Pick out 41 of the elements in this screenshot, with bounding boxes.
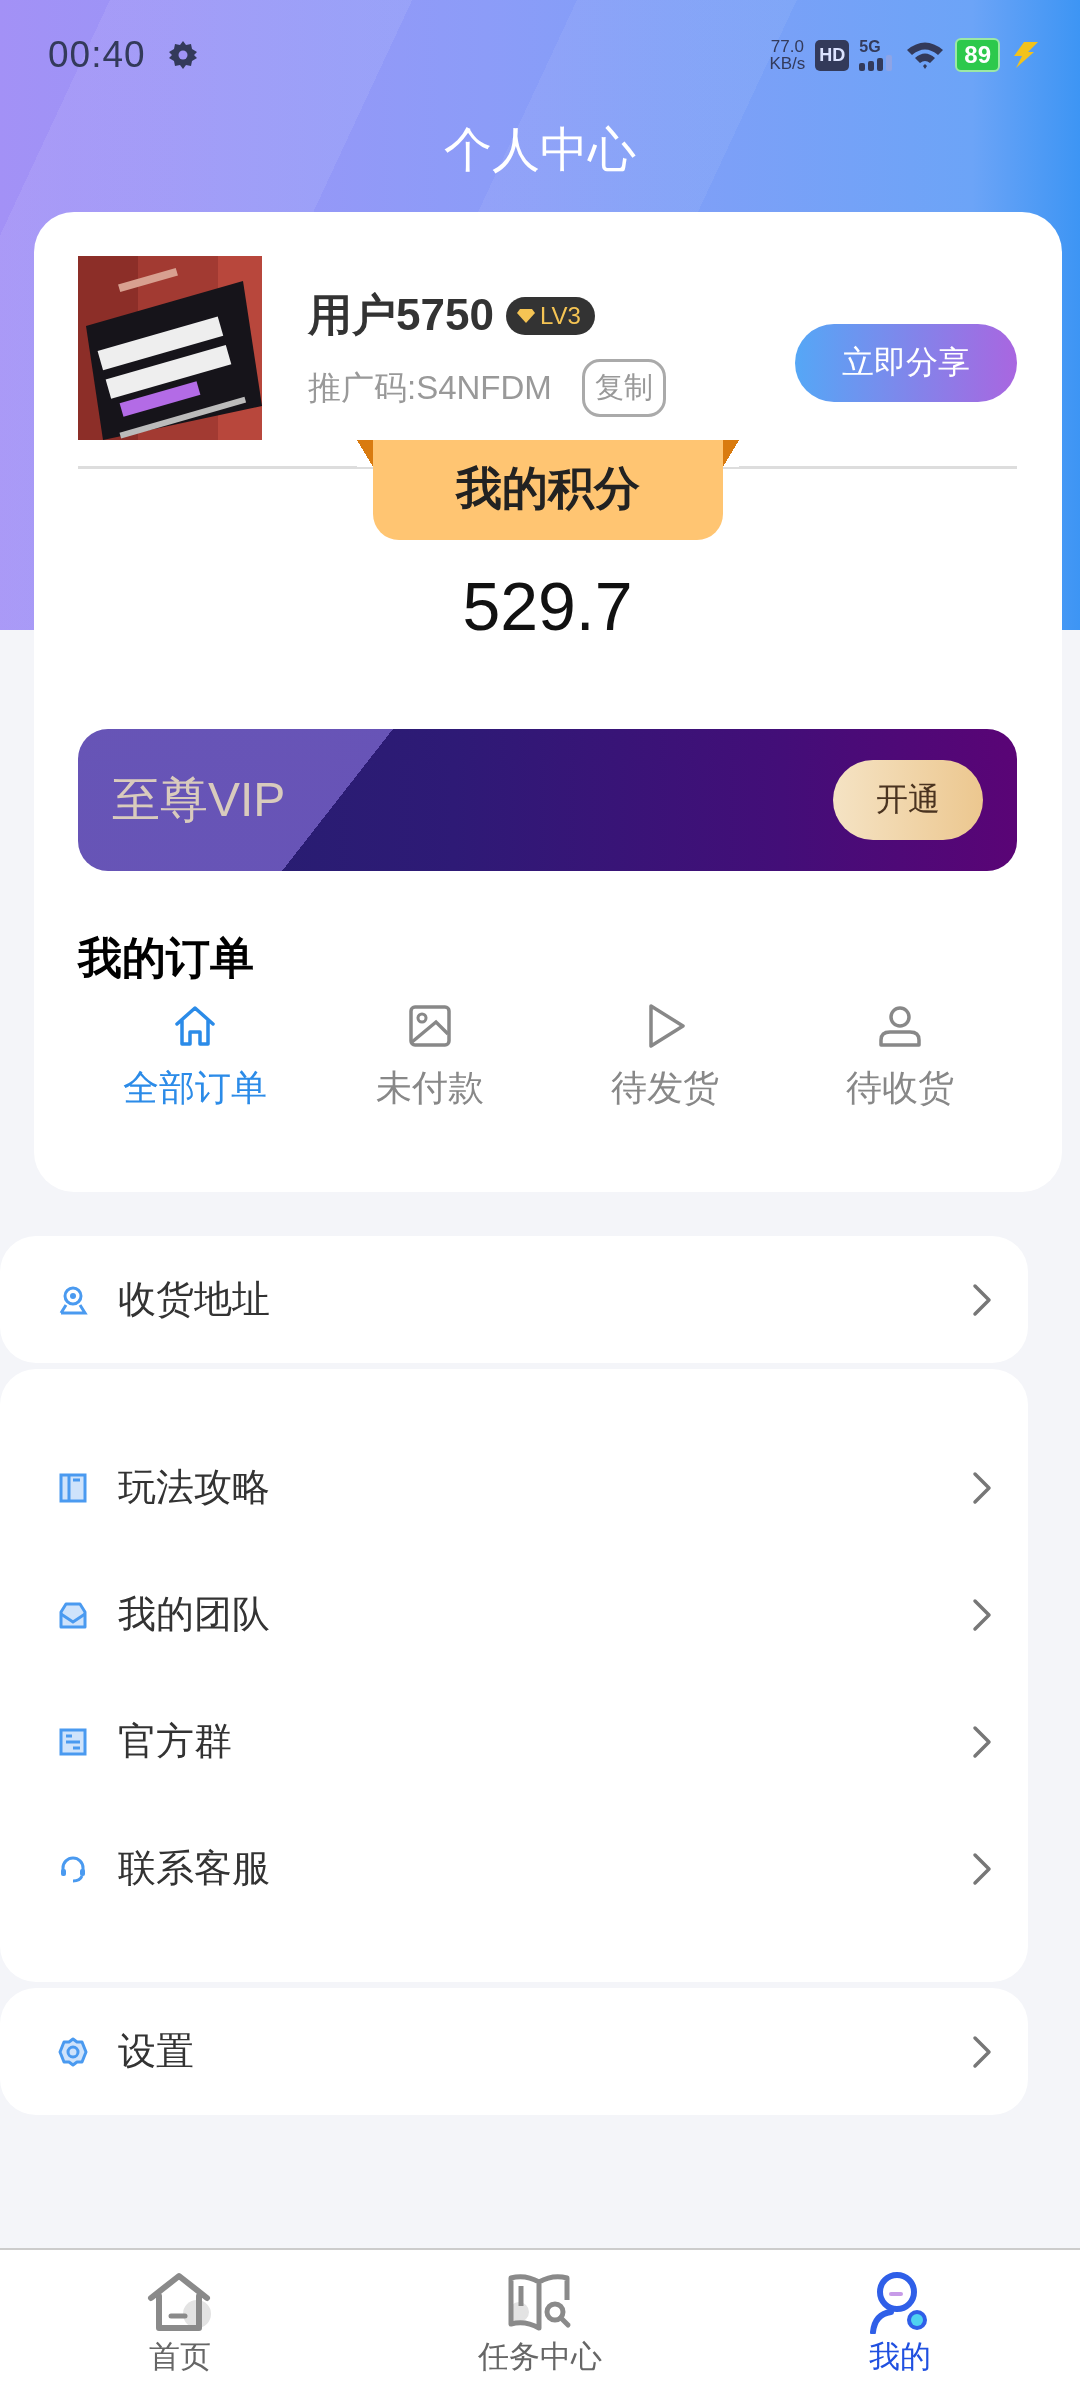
points-value: 529.7 (462, 568, 633, 644)
chevron-right-icon (972, 1597, 992, 1632)
nav-tab[interactable]: 我的 (720, 2250, 1080, 2400)
order-tab[interactable]: 待收货 (782, 1002, 1017, 1113)
chevron-right-icon (972, 1851, 992, 1886)
chevron-right-icon (972, 1724, 992, 1759)
order-tab[interactable]: 待发货 (547, 1002, 783, 1113)
username: 用户5750 (308, 289, 494, 341)
clock-time: 00:40 (48, 34, 146, 76)
order-tab[interactable]: 未付款 (312, 1002, 548, 1113)
gear-icon (58, 2036, 88, 2067)
network-speed: 77.0 (770, 38, 804, 55)
vip-title: 至尊VIP (112, 772, 286, 828)
document-icon (58, 1726, 88, 1757)
menu-item[interactable]: 收货地址 (0, 1236, 1028, 1363)
chevron-right-icon (972, 1470, 992, 1505)
battery-indicator: 89 (955, 38, 1000, 72)
section-title: 我的订单 (78, 933, 254, 982)
hd-badge: HD (815, 39, 850, 71)
menu-item[interactable]: 官方群 (0, 1678, 1028, 1805)
promo-code: 推广码:S4NFDM (308, 367, 552, 408)
location-pin-icon (58, 1284, 88, 1315)
order-tab[interactable]: 全部订单 (78, 1002, 313, 1113)
nav-tab[interactable]: 任务中心 (360, 2250, 720, 2400)
gear-icon (167, 40, 198, 70)
menu-item[interactable]: 联系客服 (0, 1805, 1028, 1932)
chevron-right-icon (972, 2034, 992, 2069)
speed-unit: KB/s (769, 55, 806, 72)
activate-button[interactable]: 开通 (833, 760, 983, 840)
share-button[interactable]: 立即分享 (795, 324, 1017, 402)
nav-tab[interactable]: 首页 (0, 2250, 360, 2400)
level-badge: LV3 (505, 296, 595, 335)
notebook-icon (58, 1472, 88, 1503)
diamond-icon (515, 307, 536, 324)
points-ribbon: 我的积分 (356, 440, 739, 540)
menu-item[interactable]: 玩法攻略 (0, 1424, 1028, 1551)
network-type: 5G (859, 39, 882, 55)
chevron-right-icon (972, 1282, 992, 1317)
menu-item[interactable]: 我的团队 (0, 1551, 1028, 1678)
menu-item[interactable]: 设置 (0, 1988, 1028, 2115)
page-title: 个人中心 (444, 123, 636, 176)
